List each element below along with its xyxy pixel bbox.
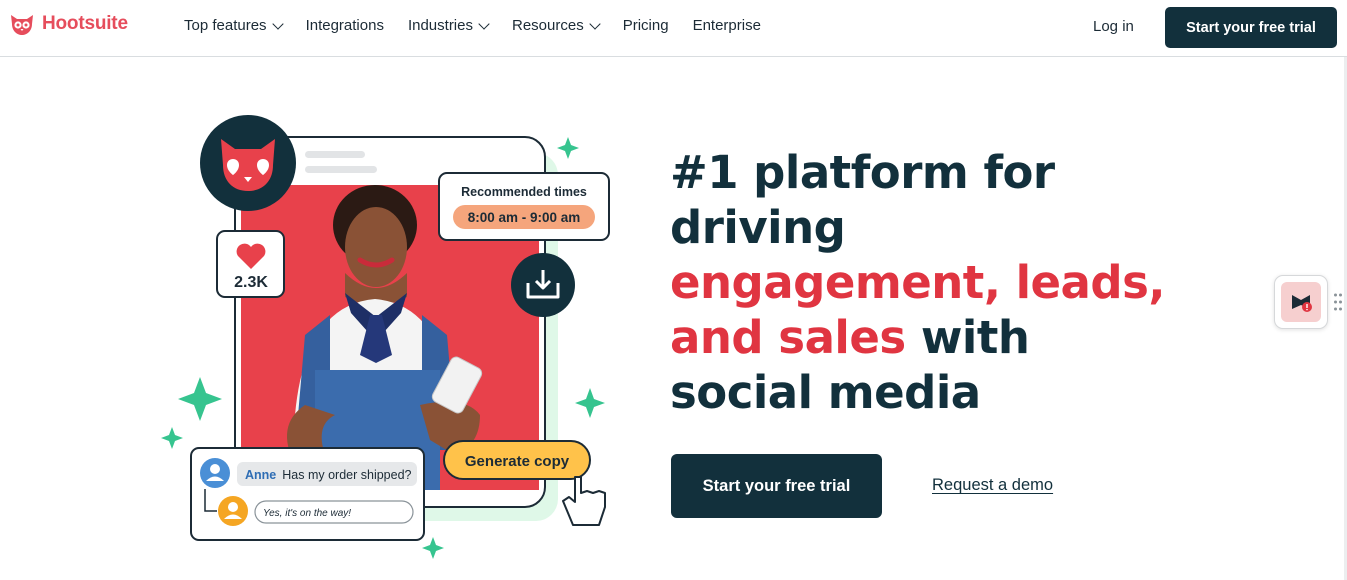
nav-label: Industries	[407, 17, 473, 34]
nav-start-trial-button[interactable]: Start your free trial	[1165, 7, 1337, 48]
floating-extension-widget[interactable]	[1274, 275, 1328, 329]
pointer-hand-icon	[562, 476, 606, 526]
top-navbar: Hootsuite Top features Integrations Indu…	[0, 0, 1347, 57]
main-menu: Top features Integrations Industries Res…	[184, 17, 761, 34]
nav-label: Integrations	[305, 17, 384, 34]
drag-handle-icon[interactable]	[1333, 292, 1343, 312]
nav-item-top-features[interactable]: Top features	[184, 17, 284, 34]
chevron-down-icon	[478, 17, 490, 30]
hootsuite-logo[interactable]: Hootsuite	[8, 10, 128, 38]
widget-badge	[1281, 282, 1321, 322]
nav-label: Enterprise	[692, 17, 761, 34]
chevron-down-icon	[271, 17, 284, 30]
bookmark-alert-icon	[1292, 295, 1312, 312]
nav-label: Resources	[512, 17, 584, 34]
nav-label: Top features	[184, 17, 267, 34]
nav-item-pricing[interactable]: Pricing	[623, 17, 669, 34]
generate-copy-label: Generate copy	[465, 453, 570, 470]
headline-highlight: and sales	[670, 311, 906, 364]
hero-illustration: 2.3K Recommended times 8:00 am - 9:00 am…	[161, 115, 610, 559]
headline-highlight: engagement, leads,	[670, 256, 1166, 309]
chat-message: Anne Has my order shipped?	[245, 468, 412, 482]
login-link[interactable]: Log in	[1093, 18, 1134, 35]
recommended-time-value: 8:00 am - 9:00 am	[468, 210, 581, 225]
nav-label: Pricing	[622, 17, 669, 34]
likes-count: 2.3K	[234, 274, 268, 291]
nav-item-industries[interactable]: Industries	[407, 17, 490, 34]
headline-line: with	[905, 311, 1030, 364]
recommended-times-title: Recommended times	[461, 185, 587, 199]
nav-item-resources[interactable]: Resources	[512, 17, 601, 34]
headline-line: driving	[670, 201, 846, 254]
nav-item-integrations[interactable]: Integrations	[306, 17, 384, 34]
brand-name: Hootsuite	[42, 13, 128, 34]
headline-line: social media	[670, 366, 981, 419]
owl-logo-icon	[11, 15, 33, 35]
nav-item-enterprise[interactable]: Enterprise	[693, 17, 761, 34]
start-free-trial-button[interactable]: Start your free trial	[671, 454, 882, 518]
headline-line: #1 platform for	[670, 146, 1055, 199]
request-demo-link[interactable]: Request a demo	[932, 476, 1053, 495]
hero-headline: #1 platform for driving engagement, lead…	[670, 145, 1230, 420]
chevron-down-icon	[589, 17, 601, 30]
chat-reply: Yes, it's on the way!	[263, 508, 351, 519]
